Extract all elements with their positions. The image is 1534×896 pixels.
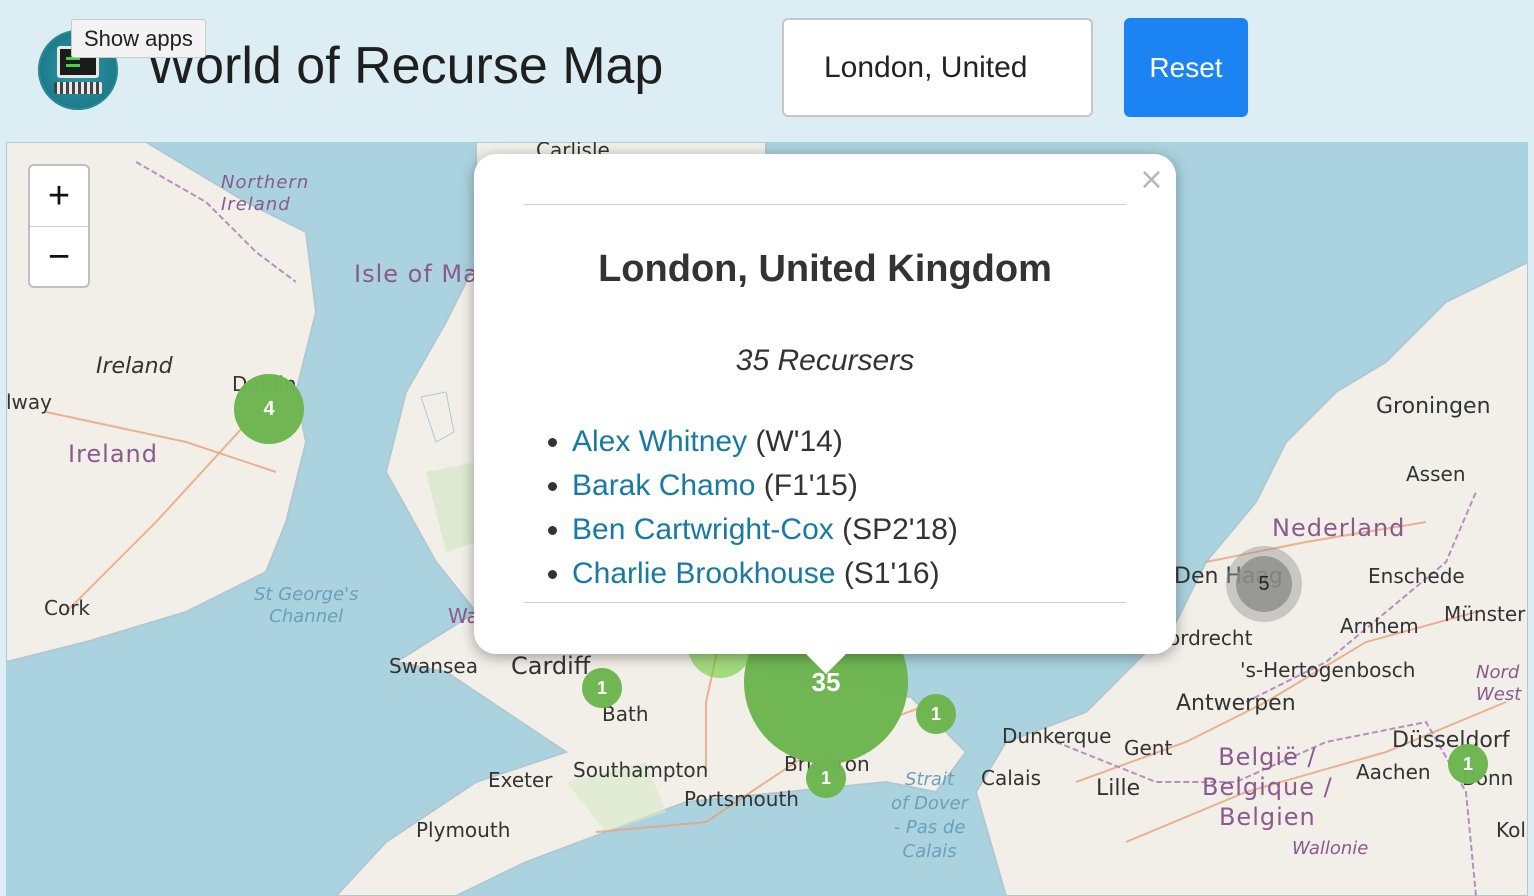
list-item: Charlie Brookhouse (S1'16) [572, 552, 958, 596]
cluster-count: 1 [916, 694, 956, 734]
cluster-marker[interactable]: 1 [806, 758, 846, 798]
batch-label: (S1'16) [835, 557, 940, 590]
batch-label: (F1'15) [755, 469, 858, 502]
list-item: Alex Whitney (W'14) [572, 420, 958, 464]
close-icon[interactable]: × [1139, 162, 1164, 197]
popup-divider-top [524, 204, 1126, 205]
recurser-link[interactable]: Barak Chamo [572, 469, 755, 502]
reset-button[interactable]: Reset [1124, 18, 1248, 117]
map-label-ireland-2: Ireland [68, 440, 159, 468]
map-label-lille: Lille [1096, 776, 1141, 801]
map-label-portsmouth: Portsmouth [684, 787, 799, 811]
recurser-link[interactable]: Charlie Brookhouse [572, 557, 835, 590]
keyboard-icon [54, 82, 102, 94]
cluster-marker[interactable]: 1 [1448, 744, 1488, 784]
map-label-ireland-1: Ireland [96, 354, 173, 379]
popup-title: London, United Kingdom [598, 248, 1052, 290]
map-label-dusseldorf: Düsseldorf [1392, 728, 1510, 753]
show-apps-tooltip: Show apps [71, 19, 206, 58]
map-label-groningen: Groningen [1376, 394, 1491, 419]
map-label-nederland: Nederland [1272, 514, 1406, 542]
list-item: Ben Cartwright-Cox (SP2'18) [572, 508, 958, 552]
map-label-cardiff: Cardiff [511, 652, 591, 680]
batch-label: (SP2'18) [833, 513, 958, 546]
cluster-marker[interactable]: 5 [1226, 546, 1302, 622]
map-label-isle-of-man: Isle of Ma [354, 260, 479, 288]
map-label-hertogenbosch: 's-Hertogenbosch [1240, 658, 1416, 682]
map-label-nordrhein: Nord West [1476, 662, 1522, 705]
map-label-plymouth: Plymouth [416, 818, 511, 842]
cluster-marker[interactable]: 4 [234, 374, 304, 444]
popup-tip [802, 650, 850, 674]
cluster-count: 4 [234, 374, 304, 444]
map-label-dordrecht: ordrecht [1168, 626, 1253, 650]
map-label-enschede: Enschede [1368, 564, 1465, 588]
recurser-list: Alex Whitney (W'14) Barak Chamo (F1'15) … [532, 420, 958, 596]
popup-divider-bottom [524, 602, 1126, 603]
zoom-out-button[interactable]: − [30, 227, 88, 287]
cluster-count: 5 [1236, 556, 1292, 612]
map-label-gent: Gent [1124, 736, 1173, 760]
cluster-count: 1 [1448, 744, 1488, 784]
map-label-aachen: Aachen [1356, 760, 1431, 784]
map-label-strait-of-dover: Strait of Dover - Pas de Calais [891, 769, 969, 862]
map-label-antwerpen: Antwerpen [1176, 691, 1296, 716]
map-label-st-georges-channel: St George's Channel [254, 584, 359, 627]
map-label-cork: Cork [44, 596, 91, 620]
zoom-in-button[interactable]: + [30, 166, 88, 227]
recurser-link[interactable]: Alex Whitney [572, 425, 747, 458]
map-label-galway: lway [6, 390, 53, 414]
map-label-munster: Münster [1444, 602, 1526, 626]
cluster-marker[interactable]: 1 [916, 694, 956, 734]
cluster-count: 1 [582, 668, 622, 708]
list-item: Barak Chamo (F1'15) [572, 464, 958, 508]
map-label-northern-ireland: Northern Ireland [221, 172, 310, 215]
map-label-belgie: België / Belgique / Belgien [1202, 743, 1333, 831]
cluster-marker[interactable]: 1 [582, 668, 622, 708]
map-label-wallonie: Wallonie [1292, 838, 1369, 859]
map-label-calais: Calais [981, 766, 1042, 790]
recurser-link[interactable]: Ben Cartwright-Cox [572, 513, 834, 546]
cluster-count: 1 [806, 758, 846, 798]
header: Show apps World of Recurse Map Reset [0, 0, 1534, 142]
location-search-input[interactable] [782, 18, 1093, 117]
map-label-swansea: Swansea [389, 654, 478, 678]
map-label-southampton: Southampton [573, 758, 709, 782]
recurser-count: 35 Recursers [735, 344, 915, 377]
batch-label: (W'14) [747, 425, 843, 458]
page-title: World of Recurse Map [147, 37, 664, 95]
map-label-arnhem: Arnhem [1340, 614, 1419, 638]
location-popup: × London, United Kingdom 35 Recursers Al… [474, 154, 1176, 674]
map-label-koln: Kol [1496, 818, 1526, 842]
map-label-assen: Assen [1406, 462, 1466, 486]
map-label-dunkerque: Dunkerque [1002, 724, 1112, 748]
map-label-exeter: Exeter [488, 768, 553, 792]
zoom-control: + − [28, 164, 90, 288]
